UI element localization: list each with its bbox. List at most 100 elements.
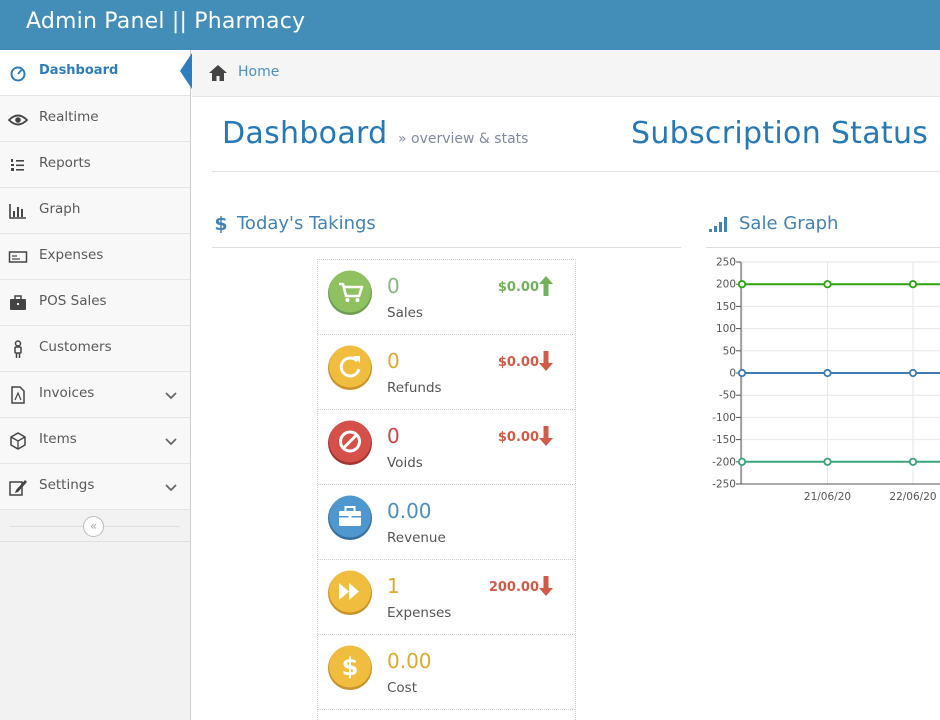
home-icon[interactable] (208, 64, 228, 82)
dollar-icon: $ (328, 645, 372, 690)
takings-list: 0 Sales $0.00 0 Refunds $0.00 0 Voids $0… (317, 259, 576, 720)
shopping-cart-icon (328, 270, 372, 315)
takings-row-cost: $ 0.00 Cost (318, 635, 575, 710)
svg-text:$: $ (342, 653, 359, 681)
chart-y-tick-label: 100 (716, 323, 736, 335)
takings-row-voids: 0 Voids $0.00 (318, 410, 575, 485)
sidebar-item-label: Expenses (39, 247, 104, 263)
sidebar-item-expenses[interactable]: Expenses (0, 234, 190, 280)
chart-y-tick-label: -50 (719, 390, 736, 402)
money-icon (8, 251, 28, 263)
refunds-label: Refunds (387, 380, 442, 396)
chart-y-tick-label: -200 (712, 456, 736, 468)
briefcase-icon (10, 295, 26, 310)
sidebar-collapse-button[interactable]: « (83, 516, 104, 537)
chart-point (823, 457, 832, 466)
app-title[interactable]: Admin Panel || Pharmacy (26, 9, 305, 34)
chevron-down-icon[interactable] (163, 433, 179, 449)
list-ol-icon (11, 159, 24, 171)
sale-graph-chart[interactable]: 250 200 150 100 50 0 -50 -100 -150 -200 -250 21/06/… (700, 250, 940, 510)
chart-x-tick-label: 21/06/20 (804, 491, 851, 503)
chart-y-tick-label: 50 (723, 345, 736, 357)
chart-x-tick-label: 22/06/20 (889, 491, 936, 503)
sidebar-item-invoices[interactable]: Invoices (0, 372, 190, 418)
takings-row-revenue: 0.00 Revenue (318, 485, 575, 560)
takings-row-refunds: 0 Refunds $0.00 (318, 335, 575, 410)
chart-y-tick-label: 200 (716, 279, 736, 291)
takings-row-sales: 0 Sales $0.00 (318, 260, 575, 335)
refunds-change: $0.00 (497, 355, 539, 370)
chart-y-tick-label: -150 (712, 434, 736, 446)
revenue-label: Revenue (387, 530, 446, 546)
voids-change: $0.00 (497, 430, 539, 445)
eye-icon (8, 114, 28, 126)
arrow-down-icon (539, 576, 553, 596)
cost-label: Cost (387, 680, 418, 696)
chart-y-tick-label: -100 (712, 412, 736, 424)
sidebar-item-items[interactable]: Items (0, 418, 190, 464)
sidebar: Dashboard Realtime Reports Graph Expense… (0, 50, 191, 720)
chart-point (823, 280, 832, 289)
page-title: Dashboard (222, 116, 388, 151)
sale-graph-title: Sale Graph (739, 213, 839, 234)
edit-icon (9, 480, 27, 496)
ban-icon (328, 420, 372, 465)
chart-y-tick-label: 250 (716, 257, 736, 269)
top-navbar: Admin Panel || Pharmacy (0, 0, 940, 50)
sidebar-item-pos-sales[interactable]: POS Sales (0, 280, 190, 326)
active-item-indicator (180, 53, 192, 89)
breadcrumb: Home (192, 50, 940, 97)
sidebar-item-settings[interactable]: Settings (0, 464, 190, 510)
cost-amount: 0.00 (387, 649, 432, 673)
takings-row-expenses: 1 Expenses 200.00 (318, 560, 575, 635)
arrow-down-icon (539, 351, 553, 371)
page-subtitle: » overview & stats (398, 131, 529, 147)
sidebar-item-label: Realtime (39, 109, 99, 125)
sidebar-item-label: Items (39, 431, 77, 447)
arrow-down-icon (539, 426, 553, 446)
arrow-up-icon (539, 276, 553, 296)
fast-forward-icon (328, 570, 372, 615)
chart-y-tick-label: -250 (712, 479, 736, 491)
sidebar-item-label: Customers (39, 339, 112, 355)
user-icon (14, 340, 22, 358)
dollar-icon: $ (214, 213, 227, 234)
sidebar-item-reports[interactable]: Reports (0, 142, 190, 188)
chevron-down-icon[interactable] (163, 479, 179, 495)
svg-text:$: $ (214, 213, 227, 234)
header-divider (212, 171, 940, 172)
sidebar-item-realtime[interactable]: Realtime (0, 96, 190, 142)
sidebar-item-customers[interactable]: Customers (0, 326, 190, 372)
sales-label: Sales (387, 305, 423, 321)
voids-count: 0 (387, 424, 400, 448)
refunds-count: 0 (387, 349, 400, 373)
chart-point (737, 280, 747, 289)
takings-header-divider (212, 247, 681, 248)
expenses-label: Expenses (387, 605, 452, 621)
sidebar-item-dashboard[interactable]: Dashboard (0, 50, 190, 96)
expenses-count: 1 (387, 574, 400, 598)
sidebar-item-label: Graph (39, 201, 81, 217)
briefcase-icon (328, 495, 372, 540)
sidebar-item-label: Invoices (39, 385, 95, 401)
voids-label: Voids (387, 455, 423, 471)
expenses-change: 200.00 (488, 580, 539, 595)
sidebar-item-label: POS Sales (39, 293, 107, 309)
sidebar-item-graph[interactable]: Graph (0, 188, 190, 234)
breadcrumb-home-link[interactable]: Home (238, 64, 279, 80)
chart-point (737, 457, 747, 466)
chart-point (908, 280, 918, 289)
chart-point (823, 368, 832, 378)
sales-count: 0 (387, 274, 400, 298)
sidebar-item-label: Reports (39, 155, 91, 171)
sidebar-item-label: Dashboard (39, 63, 119, 78)
chevron-down-icon[interactable] (163, 387, 179, 403)
signal-icon (709, 217, 727, 232)
chart-y-tick-label: 150 (716, 301, 736, 313)
pdf-file-icon (11, 386, 25, 404)
tachometer-icon (10, 66, 26, 82)
cube-icon (10, 432, 26, 450)
subscription-status-title: Subscription Status (631, 116, 929, 151)
chart-point (908, 457, 918, 466)
sales-change: $0.00 (497, 280, 539, 295)
